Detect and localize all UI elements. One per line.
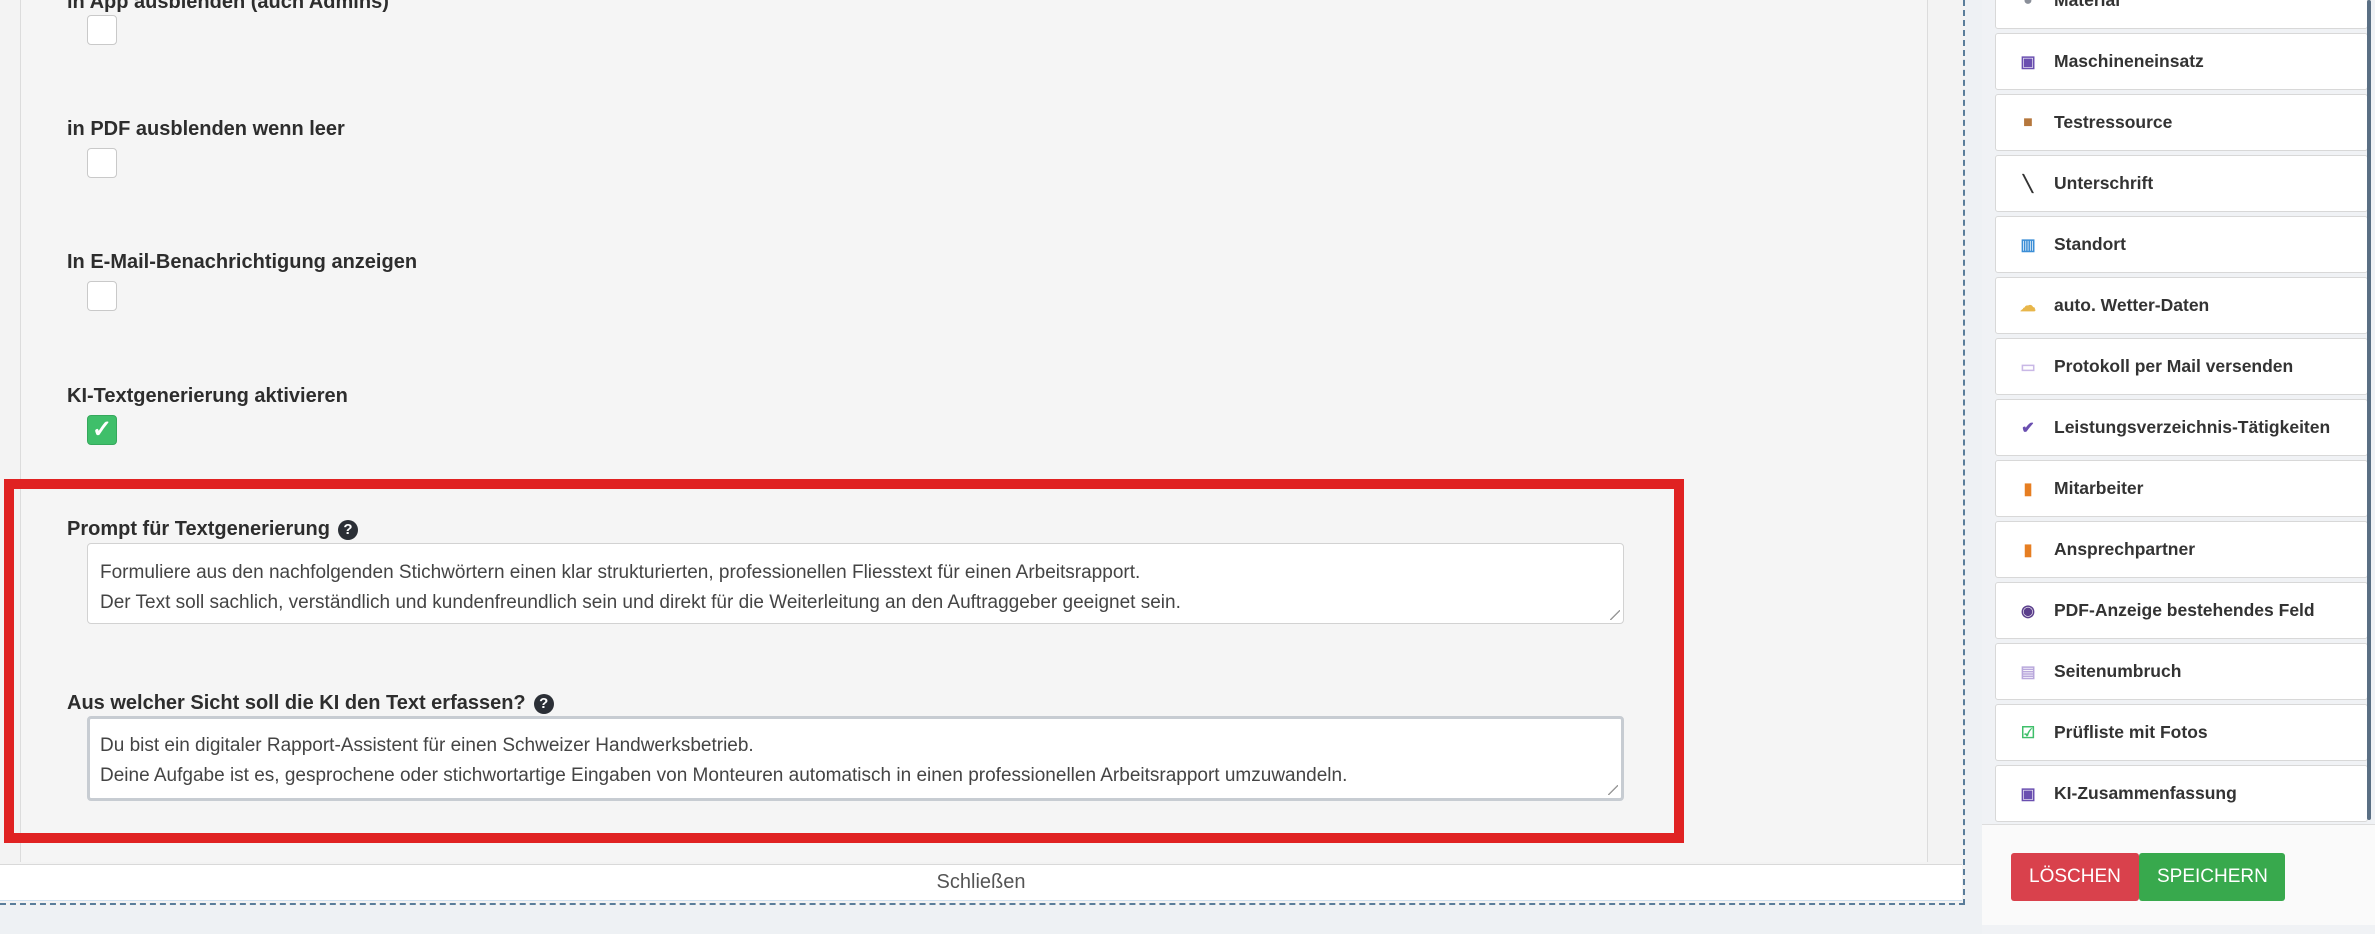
delete-button[interactable]: LÖSCHEN [2011,853,2139,901]
hide-in-app-checkbox[interactable] [87,15,117,45]
email-notification-checkbox[interactable] [87,281,117,311]
sidebar-item-label: Standort [2054,234,2126,254]
person-icon: ▮ [2023,541,2033,559]
sidebar-item-standort[interactable]: ▥ Standort [1995,216,2368,273]
sidebar-item-label: Material [2054,0,2121,10]
field-settings-modal: in App ausblenden (auch Admins) in PDF a… [0,0,1965,905]
sidebar-scrollbar[interactable] [2367,0,2371,820]
sidebar-item-prüfliste-mit-fotos[interactable]: ☑ Prüfliste mit Fotos [1995,704,2368,761]
sidebar-item-auto-wetter-daten[interactable]: ☁ auto. Wetter-Daten [1995,277,2368,334]
sidebar-item-ki-zusammenfassung[interactable]: ▣ KI-Zusammenfassung [1995,765,2368,822]
sidebar-footer: LÖSCHEN SPEICHERN [1982,824,2375,925]
sidebar-item-material[interactable]: ● Material [1995,0,2368,29]
sidebar-item-protokoll-per-mail-versenden[interactable]: ▭ Protokoll per Mail versenden [1995,338,2368,395]
close-button[interactable]: Schließen [0,864,1962,901]
material-icon: ● [2023,0,2033,9]
field-type-list: ● Material ▣ Maschineneinsatz ■ Testressource… [1995,0,2368,826]
sidebar-item-label: Ansprechpartner [2054,539,2196,559]
sidebar-item-label: Prüfliste mit Fotos [2054,722,2208,742]
map-icon: ▥ [2020,236,2036,254]
sidebar-item-label: Maschineneinsatz [2054,51,2204,71]
sidebar-item-ansprechpartner[interactable]: ▮ Ansprechpartner [1995,521,2368,578]
sidebar-item-label: KI-Zusammenfassung [2054,783,2237,803]
highlight-annotation-box [4,479,1684,843]
sidebar-item-label: Unterschrift [2054,173,2154,193]
hide-in-pdf-label: in PDF ausblenden wenn leer [67,118,345,140]
sidebar-item-label: Mitarbeiter [2054,478,2144,498]
box-icon: ■ [2023,113,2033,131]
sidebar-item-label: Leistungsverzeichnis-Tätigkeiten [2054,417,2331,437]
robot-icon: ▣ [2020,785,2036,803]
weather-icon: ☁ [2020,297,2036,315]
sidebar-item-testressource[interactable]: ■ Testressource [1995,94,2368,151]
save-button[interactable]: SPEICHERN [2139,853,2285,901]
checkmark-icon: ✔ [2021,419,2035,437]
person-icon: ▮ [2023,480,2033,498]
sidebar-item-maschineneinsatz[interactable]: ▣ Maschineneinsatz [1995,33,2368,90]
email-notification-label: In E-Mail-Benachrichtigung anzeigen [67,251,418,273]
checkbox-icon: ☑ [2020,724,2036,742]
eye-icon: ◉ [2021,602,2035,620]
hide-in-pdf-checkbox[interactable] [87,148,117,178]
robot-icon: ▣ [2020,53,2036,71]
sidebar-item-label: Testressource [2054,112,2173,132]
sidebar-item-label: PDF-Anzeige bestehendes Feld [2054,600,2315,620]
sidebar-item-label: Protokoll per Mail versenden [2054,356,2294,376]
check-icon: ✓ [91,416,113,443]
ai-textgen-checkbox[interactable]: ✓ [87,415,117,445]
sidebar-item-leistungsverzeichnis-tätigkeiten[interactable]: ✔ Leistungsverzeichnis-Tätigkeiten [1995,399,2368,456]
sidebar-item-label: Seitenumbruch [2054,661,2182,681]
sidebar-item-pdf-anzeige-bestehendes-feld[interactable]: ◉ PDF-Anzeige bestehendes Feld [1995,582,2368,639]
sidebar-item-label: auto. Wetter-Daten [2054,295,2210,315]
hide-in-app-label: in App ausblenden (auch Admins) [67,0,389,13]
sidebar-item-unterschrift[interactable]: ╲ Unterschrift [1995,155,2368,212]
field-type-sidebar: ● Material ▣ Maschineneinsatz ■ Testressource… [1982,0,2375,934]
envelope-icon: ▭ [2020,358,2036,376]
ai-textgen-label: KI-Textgenerierung aktivieren [67,385,348,407]
sidebar-item-mitarbeiter[interactable]: ▮ Mitarbeiter [1995,460,2368,517]
page-icon: ▤ [2020,663,2036,681]
pen-icon: ╲ [2023,175,2033,193]
sidebar-item-seitenumbruch[interactable]: ▤ Seitenumbruch [1995,643,2368,700]
